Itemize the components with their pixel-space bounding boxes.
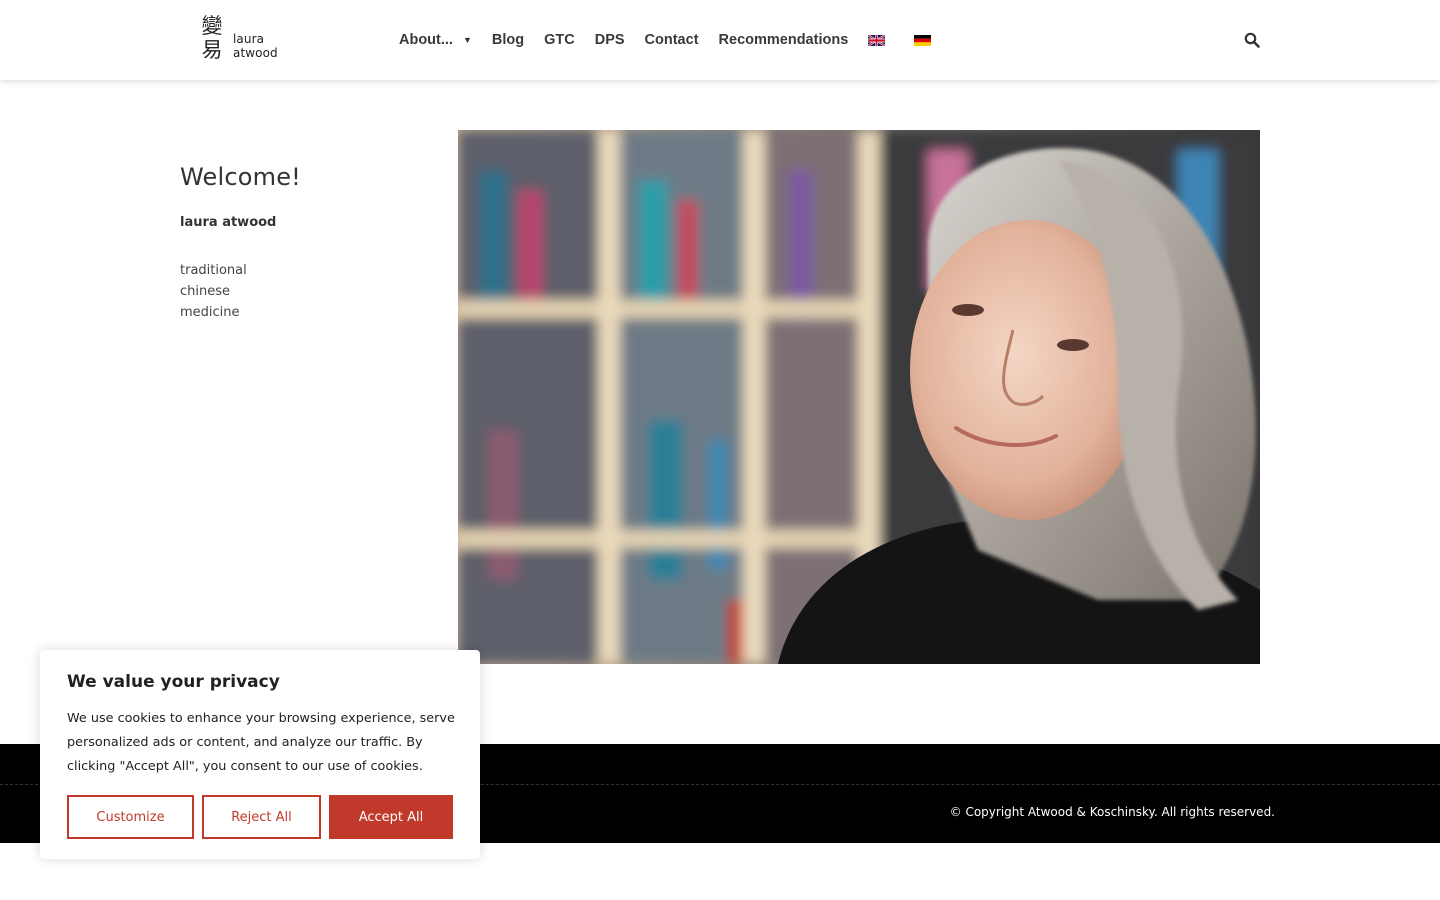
customize-button[interactable]: Customize	[67, 795, 194, 839]
accept-all-button[interactable]: Accept All	[329, 795, 453, 839]
cookie-consent-banner: We value your privacy We use cookies to …	[40, 650, 480, 859]
logo-text: laura atwood	[233, 32, 278, 60]
copyright-text: © Copyright Atwood & Koschinsky. All rig…	[949, 805, 1275, 819]
nav-item-blog[interactable]: Blog	[492, 32, 524, 48]
site-logo[interactable]: 變 易 laura atwood	[199, 14, 309, 66]
nav-item-recommendations[interactable]: Recommendations	[719, 32, 849, 48]
nav-item-gtc[interactable]: GTC	[544, 32, 575, 48]
german-flag-icon[interactable]	[914, 34, 932, 46]
cookie-description: We use cookies to enhance your browsing …	[67, 711, 455, 774]
portrait-photo	[458, 130, 1260, 664]
page-title: Welcome!	[180, 163, 302, 191]
chevron-down-icon: ▼	[462, 35, 472, 45]
nav-item-dps[interactable]: DPS	[595, 32, 625, 48]
tagline-line: traditional	[180, 263, 247, 278]
author-name: laura atwood	[180, 215, 277, 230]
main-nav: About... ▼ Blog GTC DPS Contact Recommen…	[399, 30, 960, 50]
tagline-line: chinese	[180, 284, 231, 299]
tagline-line: medicine	[180, 305, 240, 320]
search-icon[interactable]	[1244, 32, 1260, 48]
nav-item-contact[interactable]: Contact	[645, 32, 699, 48]
reject-all-button[interactable]: Reject All	[202, 795, 321, 839]
english-flag-icon[interactable]	[868, 34, 886, 46]
cookie-title: We value your privacy	[67, 672, 280, 692]
tagline: traditional chinese medicine	[180, 260, 300, 323]
nav-item-about[interactable]: About... ▼	[399, 32, 472, 48]
site-header: 變 易 laura atwood About... ▼ Blog GTC DPS…	[0, 0, 1440, 80]
logo-calligraphy: 變 易	[201, 14, 223, 62]
